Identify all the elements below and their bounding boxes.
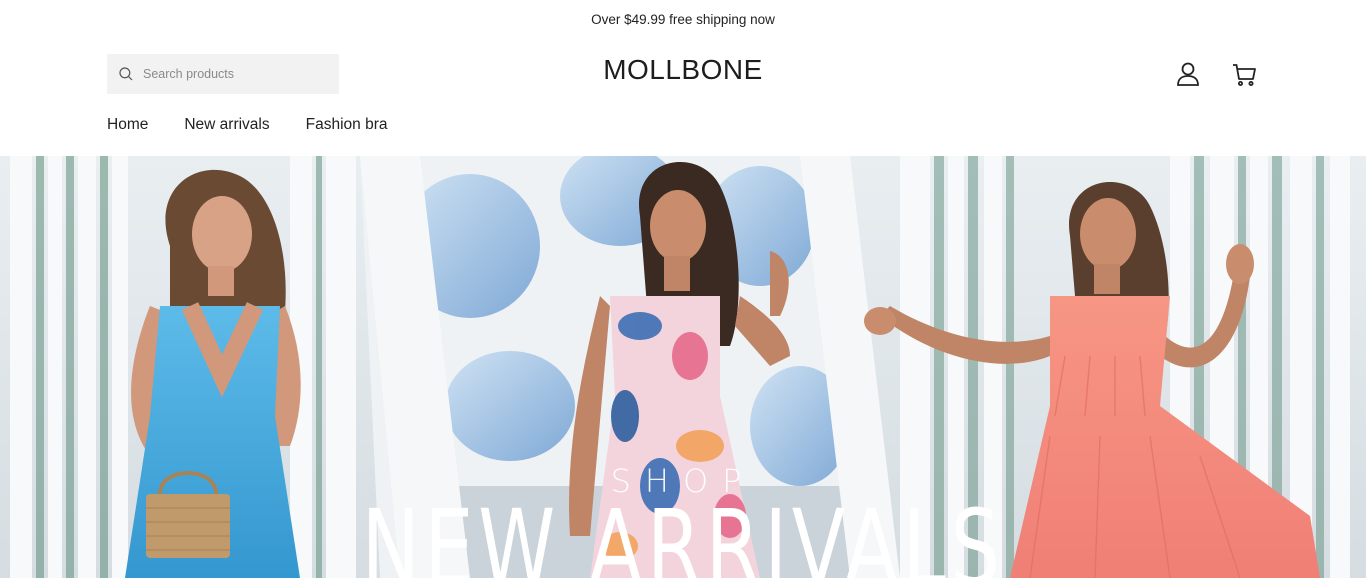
- logo-text[interactable]: MOLLBONE: [603, 54, 763, 85]
- announcement-bar: Over $49.99 free shipping now: [0, 0, 1366, 38]
- search-input[interactable]: [143, 67, 333, 81]
- cart-icon: [1233, 64, 1256, 86]
- nav-item-fashion-bra[interactable]: Fashion bra: [306, 116, 388, 134]
- nav-item-home[interactable]: Home: [107, 116, 148, 134]
- search-icon[interactable]: [117, 65, 135, 83]
- main-nav: Home New arrivals Fashion bra: [107, 116, 387, 134]
- announcement-text: Over $49.99 free shipping now: [591, 11, 775, 27]
- hero-title: NEW ARRIVALS: [361, 487, 1005, 578]
- account-button[interactable]: [1172, 58, 1204, 90]
- nav-item-new-arrivals[interactable]: New arrivals: [184, 116, 269, 134]
- site-header: MOLLBONE Home New arrivals Fashion bra: [0, 38, 1366, 156]
- user-icon: [1177, 62, 1199, 86]
- hero-banner[interactable]: SHOP NEW ARRIVALS: [0, 156, 1366, 578]
- cart-button[interactable]: [1228, 58, 1260, 90]
- search-bar[interactable]: [107, 54, 339, 94]
